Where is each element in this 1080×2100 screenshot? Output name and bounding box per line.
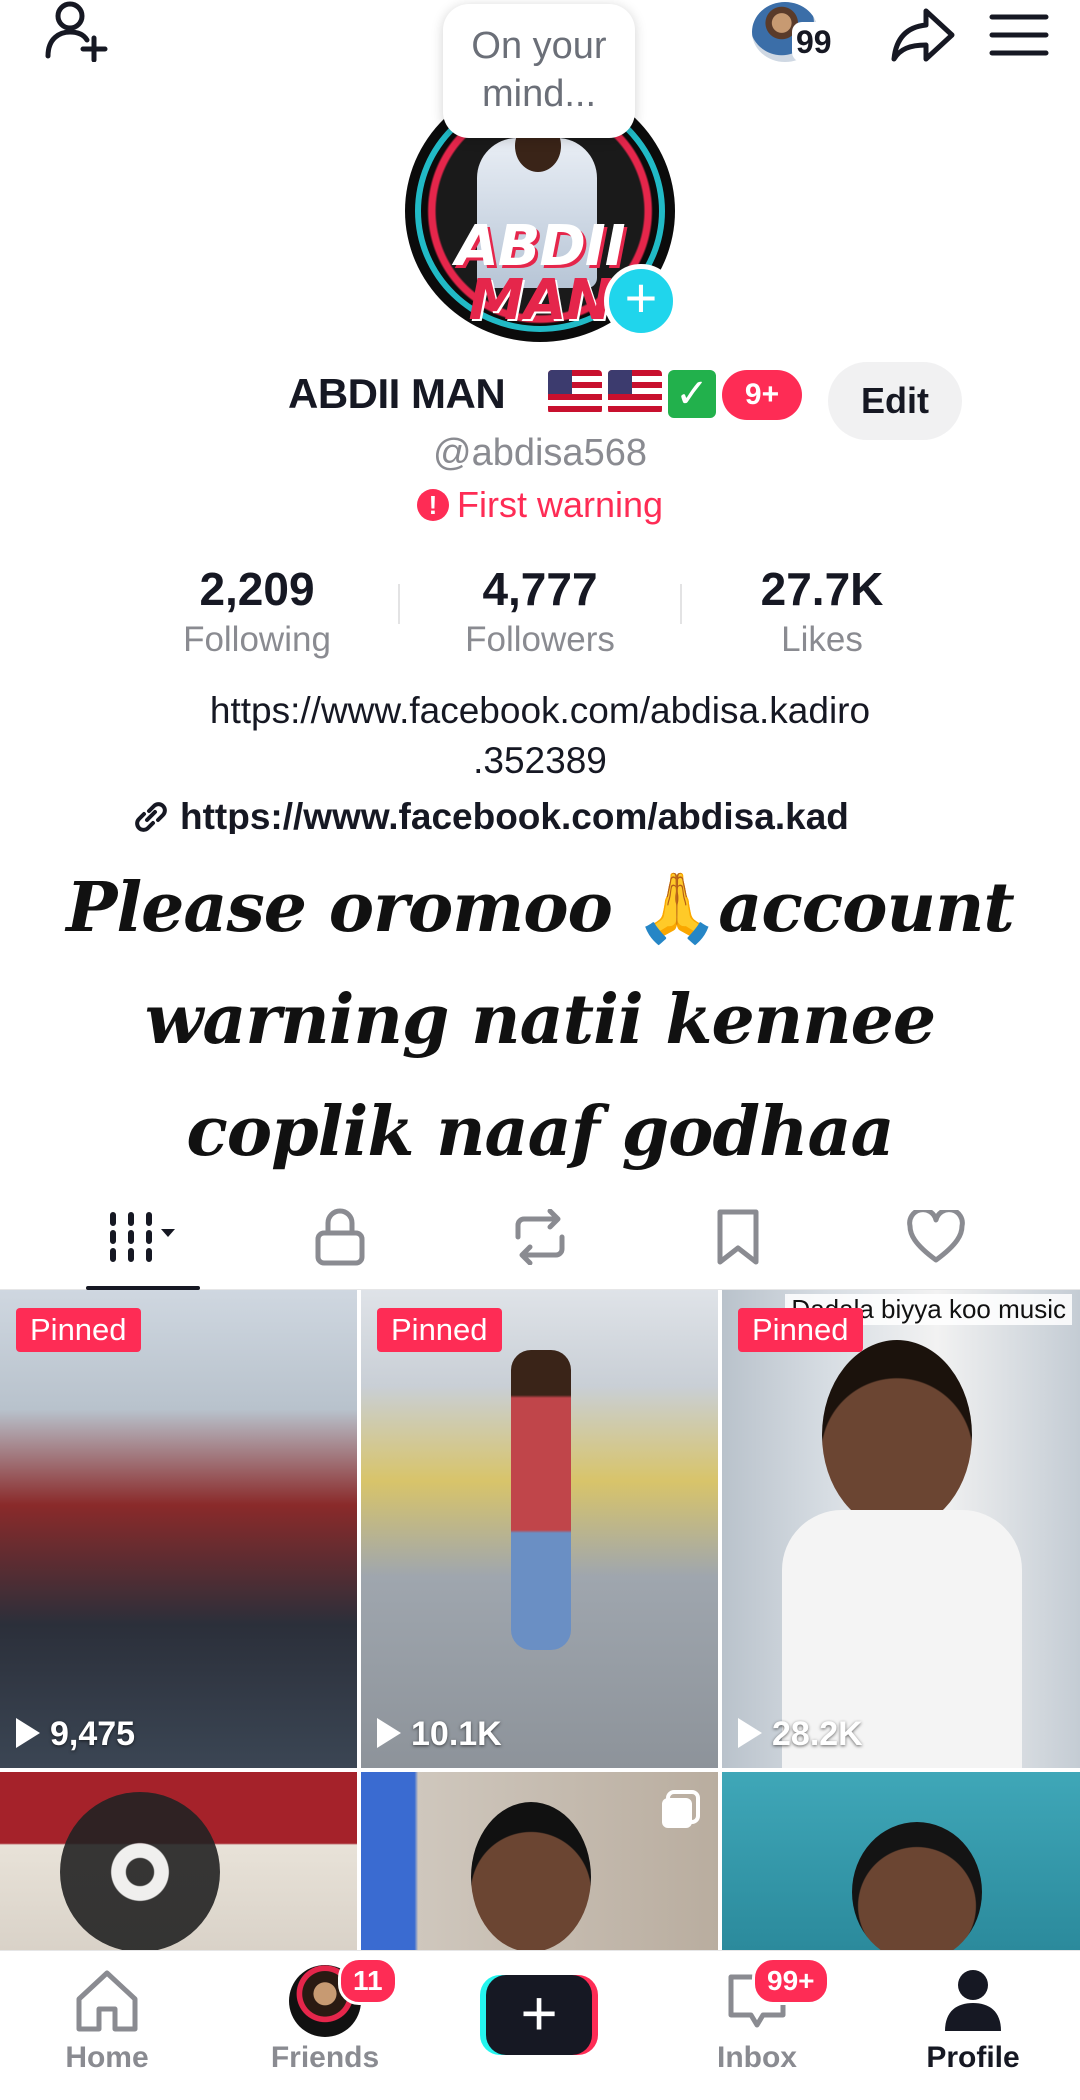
check-box-icon: ✓ — [668, 370, 716, 418]
nav-label: Inbox — [717, 2041, 797, 2074]
video-thumbnail — [822, 1340, 972, 1530]
stat-label: Following — [183, 620, 331, 659]
bio-link-text: https://www.facebook.com/abdisa.kad — [180, 796, 849, 834]
name-emojis: ✓ — [548, 370, 716, 418]
stat-label: Likes — [781, 620, 863, 659]
tab-liked[interactable] — [876, 1204, 996, 1270]
play-icon — [377, 1718, 401, 1748]
view-count-value: 28.2K — [772, 1715, 863, 1753]
profile-icon — [945, 1970, 1001, 2031]
pinned-badge: Pinned — [377, 1308, 502, 1352]
video-tile[interactable]: Pinned 10.1K — [361, 1290, 718, 1768]
nav-profile[interactable]: Profile — [888, 1965, 1058, 2075]
edit-profile-button[interactable]: Edit — [828, 362, 962, 440]
caption-overlay: Please oromoo 🙏account warning natii ken… — [0, 840, 1080, 1180]
home-icon — [76, 1970, 138, 2032]
exclamation-icon: ! — [416, 489, 449, 521]
us-flag-icon — [548, 370, 602, 414]
lock-icon — [315, 1208, 365, 1266]
link-icon — [135, 802, 167, 832]
bottom-navigation: Home 11 Friends + 99+ Inbox Profile — [0, 1950, 1080, 2100]
nav-home[interactable]: Home — [22, 1965, 192, 2075]
caption-line: Please oromoo — [66, 868, 613, 948]
pinned-badge: Pinned — [738, 1308, 863, 1352]
video-thumbnail — [471, 1802, 591, 1950]
video-tile[interactable]: Dadala biyya koo music Pinned 28.2K — [722, 1290, 1080, 1768]
caption-line: warning natii kennee — [144, 980, 936, 1060]
notification-badge[interactable]: 9+ — [722, 370, 802, 420]
name-row: ABDII MAN ✓ 9+ Edit — [0, 362, 1080, 440]
stat-value: 27.7K — [760, 563, 884, 615]
bio-text: https://www.facebook.com/abdisa.kadiro .… — [120, 686, 960, 786]
multi-photo-icon — [662, 1790, 700, 1828]
add-user-icon[interactable] — [42, 0, 112, 62]
content-tabs — [0, 1186, 1080, 1290]
nav-label: Home — [65, 2041, 149, 2074]
video-tile[interactable] — [0, 1772, 357, 1950]
nav-inbox[interactable]: 99+ Inbox — [672, 1957, 842, 2075]
stat-following[interactable]: 2,209 Following — [127, 560, 387, 662]
stat-likes[interactable]: 27.7K Likes — [692, 560, 952, 662]
hamburger-menu-icon[interactable] — [986, 5, 1052, 65]
story-count: 99 — [792, 22, 836, 62]
view-count: 9,475 — [16, 1715, 135, 1754]
video-thumbnail — [852, 1822, 982, 1950]
share-arrow-icon[interactable] — [890, 5, 956, 65]
view-count-value: 9,475 — [50, 1715, 136, 1753]
tab-private[interactable] — [280, 1204, 400, 1270]
display-name: ABDII MAN — [288, 370, 506, 417]
video-thumbnail — [511, 1350, 571, 1650]
stat-value: 2,209 — [199, 563, 315, 615]
plus-icon: + — [486, 1975, 592, 2055]
tab-favorites[interactable] — [678, 1204, 798, 1270]
bookmark-icon — [717, 1209, 759, 1265]
us-flag-icon — [608, 370, 662, 414]
divider — [398, 584, 400, 624]
heart-icon — [907, 1210, 965, 1263]
caption-line: account — [718, 868, 1015, 948]
view-count: 10.1K — [377, 1715, 502, 1754]
view-count: 28.2K — [738, 1715, 863, 1754]
nav-label: Profile — [926, 2041, 1020, 2074]
video-tile[interactable]: Pinned 9,475 — [0, 1290, 357, 1768]
caption-line: coplik naaf godhaa — [186, 1092, 894, 1172]
stat-label: Followers — [465, 620, 615, 659]
bio-line: .352389 — [473, 740, 607, 781]
note-bubble[interactable]: On your mind... — [443, 4, 635, 138]
inbox-badge: 99+ — [752, 1957, 830, 2005]
video-tile[interactable] — [361, 1772, 718, 1950]
create-button[interactable]: + — [480, 1975, 598, 2055]
repost-icon — [515, 1209, 565, 1265]
video-tile[interactable] — [722, 1772, 1080, 1950]
friends-badge: 11 — [338, 1957, 398, 2005]
video-thumbnail — [60, 1792, 220, 1950]
nav-label: Friends — [270, 2041, 380, 2074]
avatar-logo-line1: ABDII — [455, 214, 625, 279]
view-count-value: 10.1K — [411, 1715, 502, 1753]
bio-link[interactable]: https://www.facebook.com/abdisa.kad — [130, 796, 910, 834]
story-avatar-button[interactable]: 99 — [750, 0, 860, 70]
account-warning[interactable]: ! First warning — [0, 484, 1080, 526]
grid-icon — [110, 1212, 175, 1262]
stat-followers[interactable]: 4,777 Followers — [410, 560, 670, 662]
tab-reposts[interactable] — [480, 1204, 600, 1270]
play-icon — [738, 1718, 762, 1748]
caption-text: Please oromoo 🙏account warning natii ken… — [0, 840, 1080, 1188]
praying-hands-icon: 🙏 — [634, 868, 720, 948]
pinned-badge: Pinned — [16, 1308, 141, 1352]
bio-line: https://www.facebook.com/abdisa.kadiro — [209, 690, 871, 731]
stat-value: 4,777 — [482, 563, 598, 615]
video-grid: Pinned 9,475 Pinned 10.1K Dadala biyya k… — [0, 1290, 1080, 1950]
profile-stats: 2,209 Following 4,777 Followers 27.7K Li… — [0, 560, 1080, 670]
add-story-plus-icon[interactable]: + — [604, 264, 678, 338]
play-icon — [16, 1718, 40, 1748]
tab-videos[interactable] — [83, 1204, 203, 1270]
divider — [680, 584, 682, 624]
warning-text: First warning — [456, 484, 664, 525]
nav-friends[interactable]: 11 Friends — [240, 1957, 410, 2075]
username-handle: @abdisa568 — [433, 432, 647, 474]
